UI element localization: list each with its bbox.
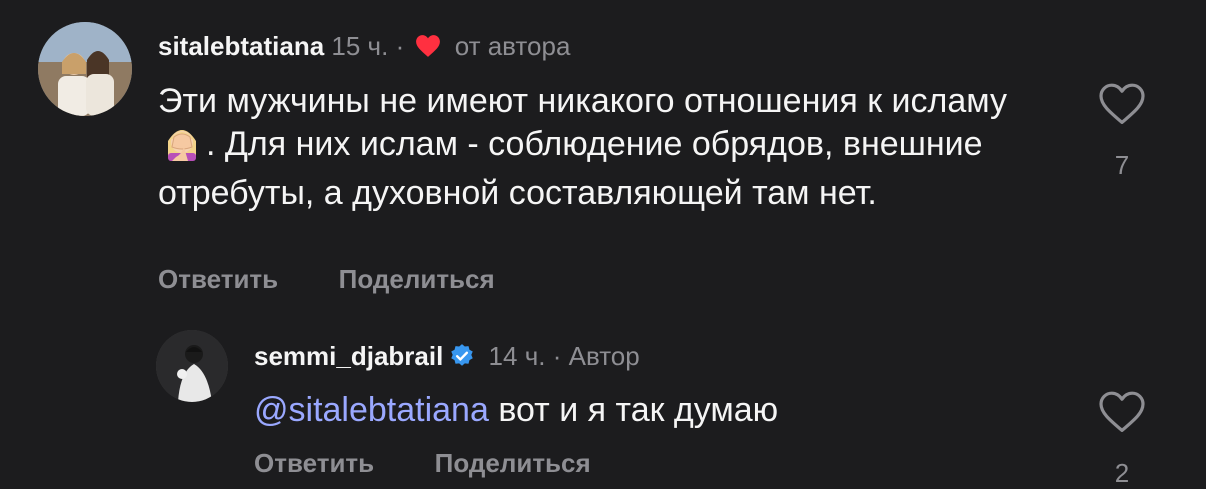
liked-by-author-label: от автора	[454, 31, 571, 61]
avatar-photo	[38, 22, 132, 116]
like-count: 2	[1114, 458, 1130, 488]
comment-text: @sitalebtatiana вот и я так думаю	[254, 389, 1054, 432]
avatar-photo	[156, 330, 228, 402]
face-palm-emoji-icon	[160, 123, 204, 172]
like-button[interactable]	[1098, 82, 1146, 131]
reply-button[interactable]: Ответить	[158, 264, 278, 294]
avatar[interactable]	[38, 22, 132, 116]
avatar[interactable]	[156, 330, 228, 402]
verified-badge-icon	[449, 343, 475, 376]
timestamp: 15 ч.	[331, 31, 389, 61]
heart-outline-icon	[1099, 391, 1145, 432]
separator: ·	[552, 341, 562, 371]
username[interactable]: semmi_djabrail	[254, 341, 443, 371]
heart-outline-icon	[1099, 83, 1145, 124]
comment-actions: Ответить Поделиться	[158, 264, 495, 295]
mention-link[interactable]: @sitalebtatiana	[254, 391, 489, 429]
like-count: 7	[1114, 150, 1130, 180]
like-button[interactable]	[1098, 390, 1146, 439]
timestamp: 14 ч.	[488, 341, 546, 371]
comment-text-part: вот и я так думаю	[498, 391, 779, 429]
comment-header: semmi_djabrail 14 ч. · Автор	[254, 340, 640, 376]
share-button[interactable]: Поделиться	[435, 448, 591, 478]
heart-filled-icon	[415, 33, 441, 65]
comment-text-part: Эти мужчины не имеют никакого отношения …	[158, 82, 1008, 120]
share-button[interactable]: Поделиться	[339, 264, 495, 294]
comment-header: sitalebtatiana 15 ч. · от автора	[158, 30, 570, 65]
reply-button[interactable]: Ответить	[254, 448, 374, 478]
username[interactable]: sitalebtatiana	[158, 31, 324, 61]
comment-text: Эти мужчины не имеют никакого отношения …	[158, 80, 1008, 215]
separator: ·	[395, 31, 405, 61]
comment-actions: Ответить Поделиться	[254, 448, 591, 479]
comment-text-part: . Для них ислам - соблюдение обрядов, вн…	[158, 125, 983, 212]
author-label: Автор	[568, 341, 640, 371]
